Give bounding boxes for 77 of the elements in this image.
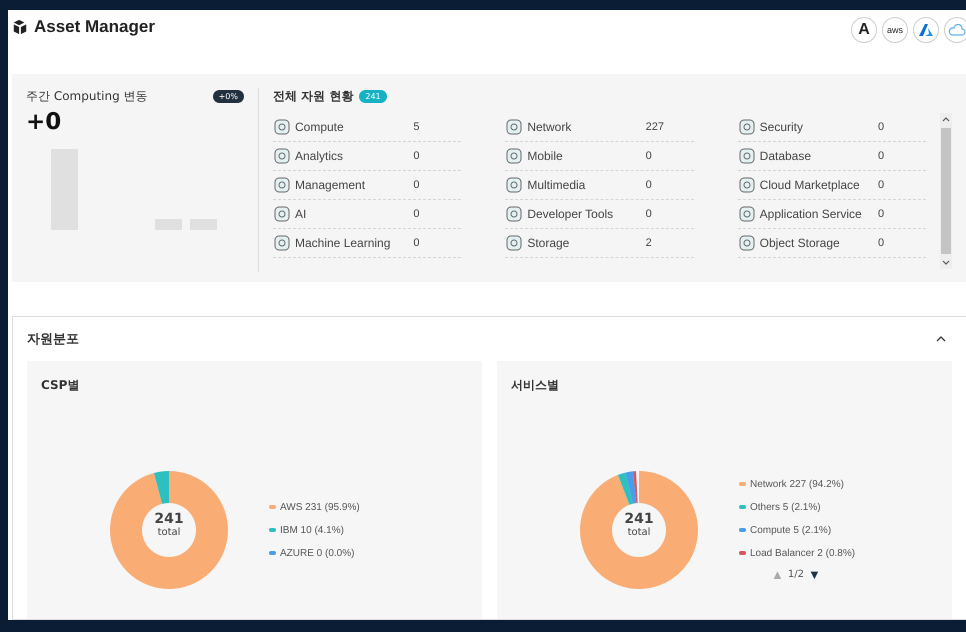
legend-label[interactable]: AWS 231 (95.9%) [280, 502, 360, 512]
category-name[interactable]: Object Storage [760, 236, 874, 250]
category-count: 0 [878, 150, 886, 162]
category-count: 0 [646, 150, 653, 162]
category-icon [738, 176, 756, 194]
legend-label[interactable]: Others 5 (2.1%) [750, 502, 821, 512]
next-page-button[interactable]: ▼ [808, 566, 821, 582]
change-badge: +0% [212, 90, 244, 103]
category-count: 0 [413, 150, 420, 162]
category-count: 0 [878, 121, 886, 133]
category-count: 0 [646, 179, 653, 191]
cubes-logo-icon [12, 19, 28, 35]
category-name[interactable]: Storage [527, 236, 642, 250]
provider-button[interactable]: A [851, 17, 877, 43]
category-icon [273, 234, 291, 252]
category-count: 0 [413, 208, 420, 220]
legend-label[interactable]: Network 227 (94.2%) [750, 478, 844, 490]
category-count: 0 [646, 208, 653, 220]
page-indicator: 1/2 [788, 568, 804, 580]
category-count: 2 [646, 237, 653, 249]
category-icon [273, 118, 291, 136]
total-value: 241 [623, 511, 655, 527]
section-title: 자원분포 [27, 331, 79, 348]
category-name[interactable]: Multimedia [527, 178, 642, 192]
total-label: total [156, 527, 182, 538]
category-icon [738, 234, 756, 252]
category-name[interactable]: Analytics [295, 149, 410, 163]
category-name[interactable]: Compute [295, 120, 410, 134]
category-count: 0 [413, 179, 420, 191]
legend-label[interactable]: Compute 5 (2.1%) [750, 524, 832, 536]
chevron-icon[interactable] [936, 336, 946, 342]
category-name[interactable]: Cloud Marketplace [760, 178, 874, 192]
category-count: 0 [413, 237, 420, 249]
category-name[interactable]: Machine Learning [295, 236, 410, 250]
category-icon [505, 147, 524, 165]
legend-label[interactable]: IBM 10 (4.1%) [280, 524, 344, 536]
resources-title: 전체 자원 현황 [273, 88, 354, 105]
category-name[interactable]: Mobile [527, 149, 642, 163]
change-value: +0 [26, 109, 62, 135]
scroll-up-icon[interactable] [942, 117, 950, 122]
panel-title: 서비스별 [511, 377, 560, 394]
category-name[interactable]: Developer Tools [527, 207, 642, 221]
weekly-title: 주간 Computing 변동 [26, 88, 148, 105]
category-name[interactable]: AI [295, 207, 410, 221]
category-count: 0 [878, 237, 886, 249]
provider-button[interactable]: aws [882, 17, 908, 43]
panel-title: CSP별 [41, 377, 80, 394]
category-icon [273, 147, 291, 165]
provider-button[interactable] [913, 17, 939, 43]
category-name[interactable]: Application Service [760, 207, 874, 221]
category-count: 0 [878, 208, 886, 220]
legend-label[interactable]: AZURE 0 (0.0%) [280, 548, 354, 558]
category-name[interactable]: Database [760, 149, 874, 163]
category-icon [738, 118, 756, 136]
legend-label[interactable]: Load Balancer 2 (0.8%) [750, 548, 856, 558]
category-name[interactable]: Network [527, 120, 642, 134]
total-value: 241 [153, 511, 185, 527]
category-icon [505, 234, 524, 252]
scroll-down-icon[interactable] [942, 260, 950, 265]
app-title: Asset Manager [34, 17, 155, 37]
total-label: total [626, 527, 652, 538]
category-count: 0 [878, 179, 886, 191]
category-count: 5 [413, 121, 420, 133]
category-icon [273, 176, 291, 194]
category-name[interactable]: Management [295, 178, 410, 192]
cloud-logo-icon [948, 23, 966, 37]
category-icon [273, 205, 291, 223]
category-icon [505, 205, 524, 223]
category-icon [505, 118, 524, 136]
category-icon [738, 147, 756, 165]
category-count: 227 [646, 121, 666, 133]
triangle-logo-icon [918, 22, 934, 38]
category-name[interactable]: Security [760, 120, 874, 134]
category-icon [738, 205, 756, 223]
total-badge: 241 [359, 90, 387, 103]
scrollbar[interactable] [940, 113, 952, 269]
category-icon [505, 176, 524, 194]
